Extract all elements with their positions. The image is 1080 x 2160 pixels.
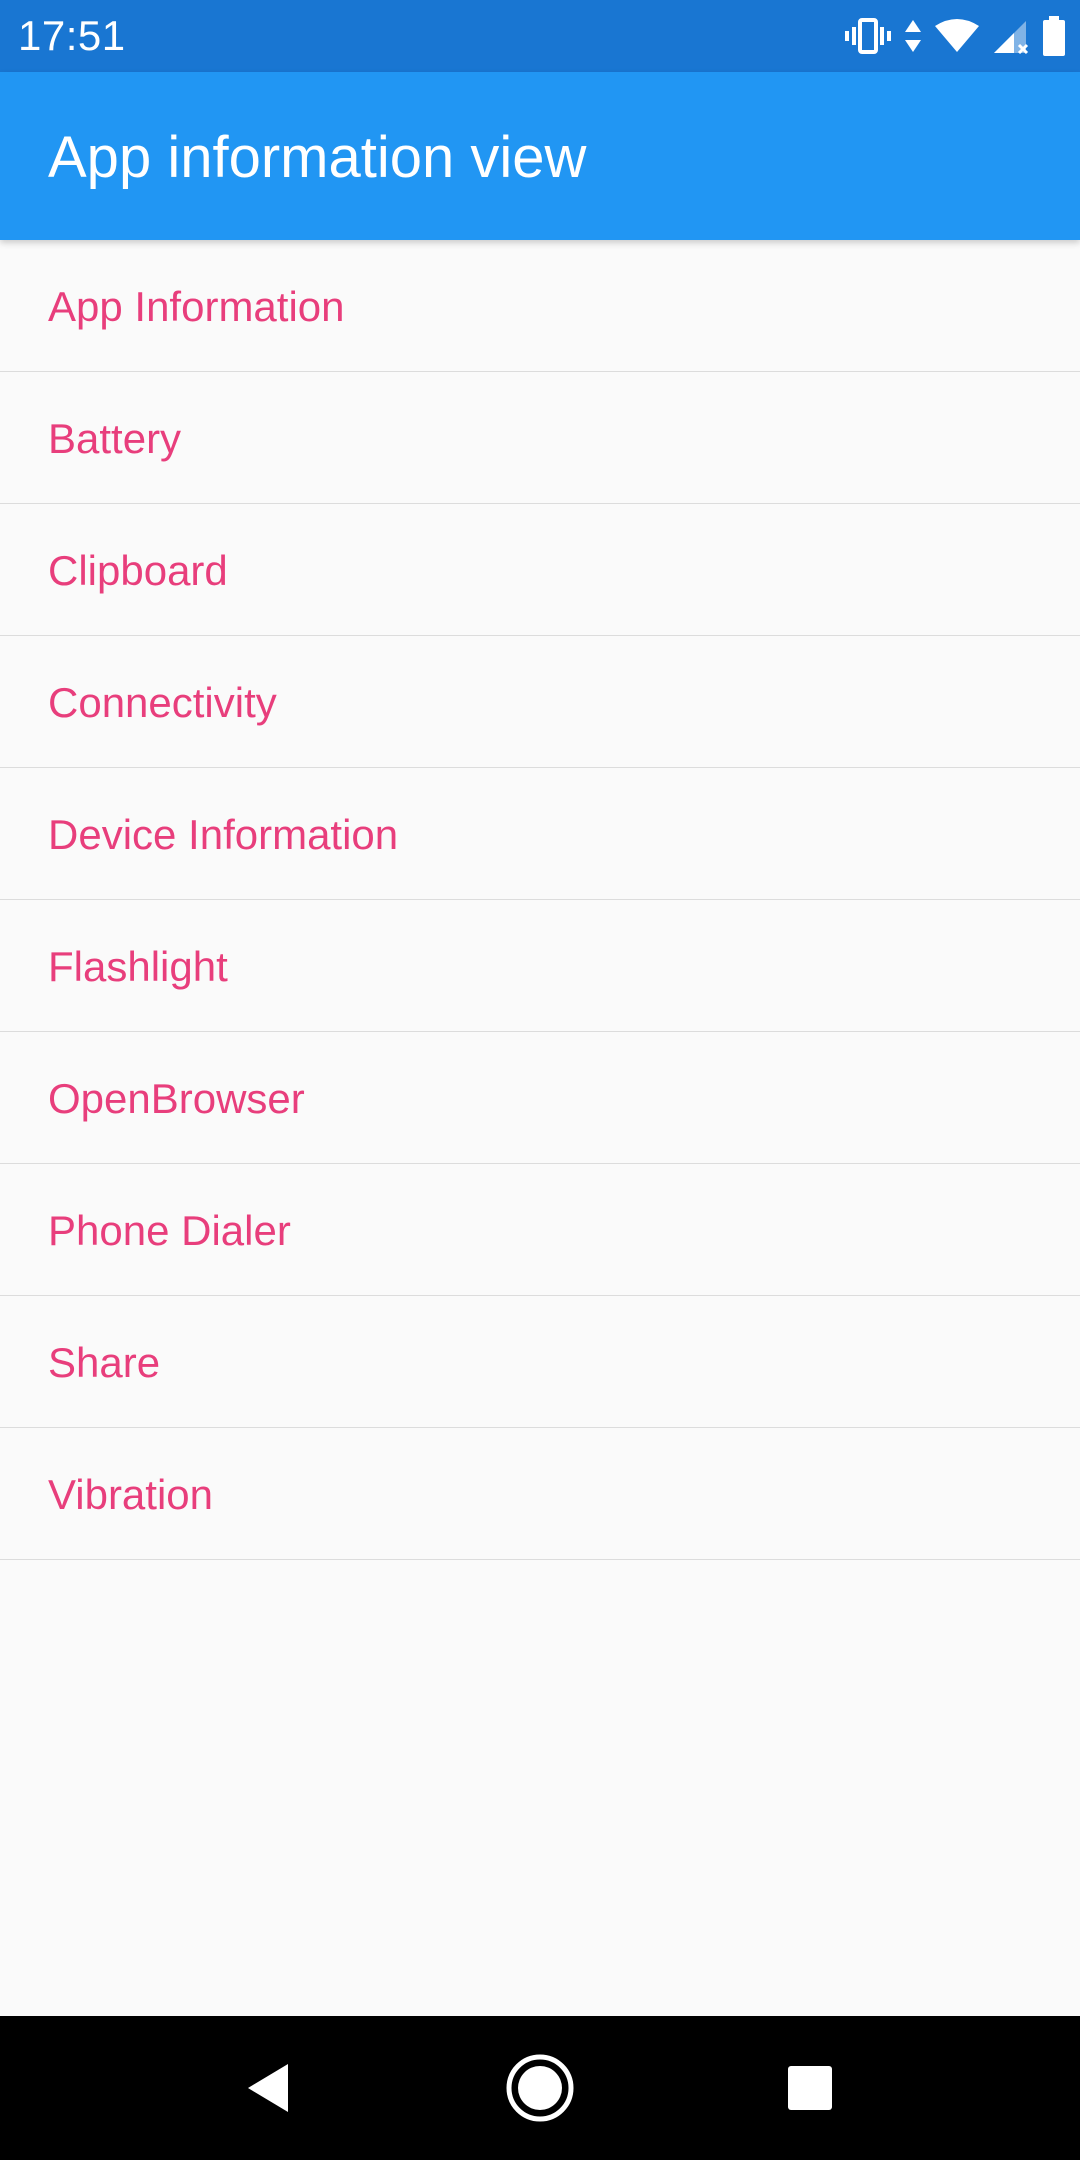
list-item-battery[interactable]: Battery [0,372,1080,504]
vibrate-icon [844,18,892,54]
home-icon [506,2054,574,2122]
list-item-label: Battery [48,415,182,462]
list-item-label: OpenBrowser [48,1075,305,1122]
list-item-label: Flashlight [48,943,228,990]
list-item-flashlight[interactable]: Flashlight [0,900,1080,1032]
list-item-device-information[interactable]: Device Information [0,768,1080,900]
list-item-vibration[interactable]: Vibration [0,1428,1080,1560]
feature-list: App Information Battery Clipboard Connec… [0,240,1080,1560]
list-item-app-information[interactable]: App Information [0,240,1080,372]
list-item-label: Clipboard [48,547,228,594]
back-icon [248,2064,288,2112]
recents-icon [788,2066,832,2110]
list-item-label: App Information [48,283,345,330]
data-arrows-icon [904,18,922,54]
battery-icon [1042,16,1066,56]
list-item-label: Share [48,1339,161,1386]
list-item-label: Connectivity [48,679,277,726]
screen: 17:51 App information view App Informati… [0,0,1080,2160]
status-time: 17:51 [18,12,126,59]
list-item-phone-dialer[interactable]: Phone Dialer [0,1164,1080,1296]
list-item-label: Vibration [48,1471,214,1518]
list-item-connectivity[interactable]: Connectivity [0,636,1080,768]
list-item-openbrowser[interactable]: OpenBrowser [0,1032,1080,1164]
wifi-icon [934,18,980,54]
status-bar: 17:51 [0,0,1080,72]
status-icons [844,14,1066,58]
cell-signal-icon [992,17,1030,55]
navigation-bar [0,2016,1080,2160]
list-item-clipboard[interactable]: Clipboard [0,504,1080,636]
list-item-share[interactable]: Share [0,1296,1080,1428]
list-item-label: Device Information [48,811,399,858]
back-button[interactable] [232,2052,304,2124]
app-bar: App information view [0,72,1080,240]
list-item-label: Phone Dialer [48,1207,291,1254]
home-button[interactable] [504,2052,576,2124]
page-title: App information view [48,125,587,190]
recents-button[interactable] [774,2052,846,2124]
